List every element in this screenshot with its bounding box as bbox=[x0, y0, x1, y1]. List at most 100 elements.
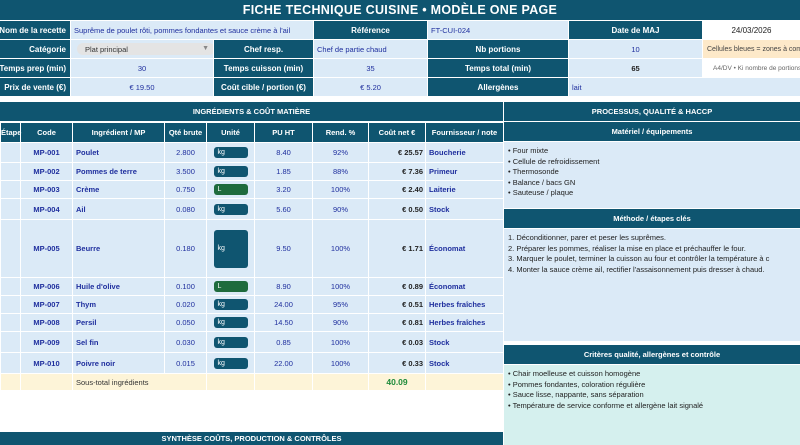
price-cell[interactable]: 8.90 bbox=[254, 277, 313, 296]
portions-field[interactable]: 10 bbox=[569, 40, 702, 58]
unit-selector[interactable]: kg bbox=[213, 299, 248, 310]
step-cell[interactable] bbox=[0, 162, 21, 181]
step-cell[interactable] bbox=[0, 277, 21, 296]
recipe-name-field[interactable]: Suprême de poulet rôti, pommes fondantes… bbox=[71, 21, 313, 39]
qty-cell[interactable]: 0.030 bbox=[164, 331, 207, 353]
unit-selector[interactable]: L bbox=[213, 281, 248, 292]
yield-cell[interactable]: 100% bbox=[312, 219, 369, 278]
code-cell[interactable]: MP-004 bbox=[20, 198, 73, 220]
allergens-field[interactable]: lait bbox=[569, 78, 800, 96]
target-cost-field[interactable]: € 5.20 bbox=[314, 78, 427, 96]
reference-field[interactable]: FT-CUI-024 bbox=[428, 21, 568, 39]
code-cell[interactable]: MP-002 bbox=[20, 162, 73, 181]
qty-cell[interactable]: 0.750 bbox=[164, 180, 207, 199]
code-cell[interactable]: MP-010 bbox=[20, 352, 73, 374]
ingredient-cell[interactable]: Poulet bbox=[72, 142, 165, 163]
code-cell[interactable]: MP-009 bbox=[20, 331, 73, 353]
supplier-cell[interactable]: Herbes fraîches bbox=[425, 295, 504, 314]
unit-selector[interactable]: kg bbox=[213, 166, 248, 177]
step-cell[interactable] bbox=[0, 313, 21, 332]
step-cell[interactable] bbox=[0, 295, 21, 314]
yield-cell[interactable]: 100% bbox=[312, 352, 369, 374]
chef-field[interactable]: Chef de partie chaud bbox=[314, 40, 427, 58]
step-cell[interactable] bbox=[0, 331, 21, 353]
step-cell[interactable] bbox=[0, 219, 21, 278]
unit-selector[interactable]: kg bbox=[213, 147, 248, 158]
code-cell[interactable]: MP-008 bbox=[20, 313, 73, 332]
yield-cell[interactable]: 95% bbox=[312, 295, 369, 314]
yield-cell[interactable]: 88% bbox=[312, 162, 369, 181]
yield-cell[interactable]: 100% bbox=[312, 277, 369, 296]
supplier-cell[interactable]: Économat bbox=[425, 219, 504, 278]
subtotal-spacer bbox=[312, 373, 369, 391]
price-cell[interactable]: 8.40 bbox=[254, 142, 313, 163]
ingredient-cell[interactable]: Huile d'olive bbox=[72, 277, 165, 296]
qty-cell[interactable]: 0.050 bbox=[164, 313, 207, 332]
yield-cell[interactable]: 100% bbox=[312, 180, 369, 199]
supplier-cell[interactable]: Laiterie bbox=[425, 180, 504, 199]
method-list[interactable]: 1. Déconditionner, parer et peser les su… bbox=[504, 229, 800, 341]
step-cell[interactable] bbox=[0, 198, 21, 220]
yield-cell[interactable]: 92% bbox=[312, 142, 369, 163]
code-cell[interactable]: MP-001 bbox=[20, 142, 73, 163]
step-cell[interactable] bbox=[0, 180, 21, 199]
price-cell[interactable]: 22.00 bbox=[254, 352, 313, 374]
ingredient-cell[interactable]: Persil bbox=[72, 313, 165, 332]
ingredients-table: Étape Code Ingrédient / MP Qté brute Uni… bbox=[0, 122, 504, 391]
unit-selector[interactable]: kg bbox=[213, 317, 248, 328]
ingredient-cell[interactable]: Thym bbox=[72, 295, 165, 314]
price-cell[interactable]: 9.50 bbox=[254, 219, 313, 278]
unit-selector[interactable]: kg bbox=[213, 203, 248, 215]
qty-cell[interactable]: 0.100 bbox=[164, 277, 207, 296]
qty-cell[interactable]: 2.800 bbox=[164, 142, 207, 163]
step-cell[interactable] bbox=[0, 142, 21, 163]
qty-cell[interactable]: 0.080 bbox=[164, 198, 207, 220]
unit-selector[interactable]: L bbox=[213, 184, 248, 195]
date-field[interactable]: 24/03/2026 bbox=[703, 21, 800, 39]
category-dropdown[interactable]: Plat principal ▼ bbox=[77, 43, 213, 55]
yield-cell[interactable]: 90% bbox=[312, 198, 369, 220]
qty-cell[interactable]: 0.180 bbox=[164, 219, 207, 278]
price-cell[interactable]: 0.85 bbox=[254, 331, 313, 353]
supplier-cell[interactable]: Stock bbox=[425, 331, 504, 353]
supplier-cell[interactable]: Primeur bbox=[425, 162, 504, 181]
supplier-cell[interactable]: Stock bbox=[425, 352, 504, 374]
code-cell[interactable]: MP-006 bbox=[20, 277, 73, 296]
price-cell[interactable]: 5.60 bbox=[254, 198, 313, 220]
cook-time-field[interactable]: 35 bbox=[314, 59, 427, 77]
code-cell[interactable]: MP-003 bbox=[20, 180, 73, 199]
yield-cell[interactable]: 100% bbox=[312, 331, 369, 353]
price-cell[interactable]: 1.85 bbox=[254, 162, 313, 181]
total-time-label: Temps total (min) bbox=[428, 59, 568, 77]
sheet-title: FICHE TECHNIQUE CUISINE • MODÈLE ONE PAG… bbox=[0, 0, 800, 20]
supplier-cell[interactable]: Boucherie bbox=[425, 142, 504, 163]
qty-cell[interactable]: 0.015 bbox=[164, 352, 207, 374]
allergens-label: Allergènes bbox=[428, 78, 568, 96]
yield-cell[interactable]: 90% bbox=[312, 313, 369, 332]
unit-selector[interactable]: kg bbox=[213, 336, 248, 348]
ingredient-cell[interactable]: Sel fin bbox=[72, 331, 165, 353]
price-cell[interactable]: 3.20 bbox=[254, 180, 313, 199]
ingredient-cell[interactable]: Poivre noir bbox=[72, 352, 165, 374]
ingredient-cell[interactable]: Crème bbox=[72, 180, 165, 199]
prep-time-field[interactable]: 30 bbox=[71, 59, 213, 77]
unit-selector[interactable]: kg bbox=[213, 229, 248, 268]
price-cell[interactable]: 14.50 bbox=[254, 313, 313, 332]
quality-list[interactable]: • Chair moelleuse et cuisson homogène • … bbox=[504, 365, 800, 445]
supplier-cell[interactable]: Herbes fraîches bbox=[425, 313, 504, 332]
step-cell[interactable] bbox=[0, 352, 21, 374]
cost-cell: € 0.33 bbox=[368, 352, 426, 374]
supplier-cell[interactable]: Stock bbox=[425, 198, 504, 220]
code-cell[interactable]: MP-005 bbox=[20, 219, 73, 278]
price-field[interactable]: € 19.50 bbox=[71, 78, 213, 96]
ingredient-cell[interactable]: Ail bbox=[72, 198, 165, 220]
ingredient-cell[interactable]: Beurre bbox=[72, 219, 165, 278]
qty-cell[interactable]: 0.020 bbox=[164, 295, 207, 314]
supplier-cell[interactable]: Économat bbox=[425, 277, 504, 296]
ingredient-cell[interactable]: Pommes de terre bbox=[72, 162, 165, 181]
equipment-list[interactable]: • Four mixte • Cellule de refroidissemen… bbox=[504, 142, 800, 208]
unit-selector[interactable]: kg bbox=[213, 357, 248, 369]
qty-cell[interactable]: 3.500 bbox=[164, 162, 207, 181]
price-cell[interactable]: 24.00 bbox=[254, 295, 313, 314]
code-cell[interactable]: MP-007 bbox=[20, 295, 73, 314]
